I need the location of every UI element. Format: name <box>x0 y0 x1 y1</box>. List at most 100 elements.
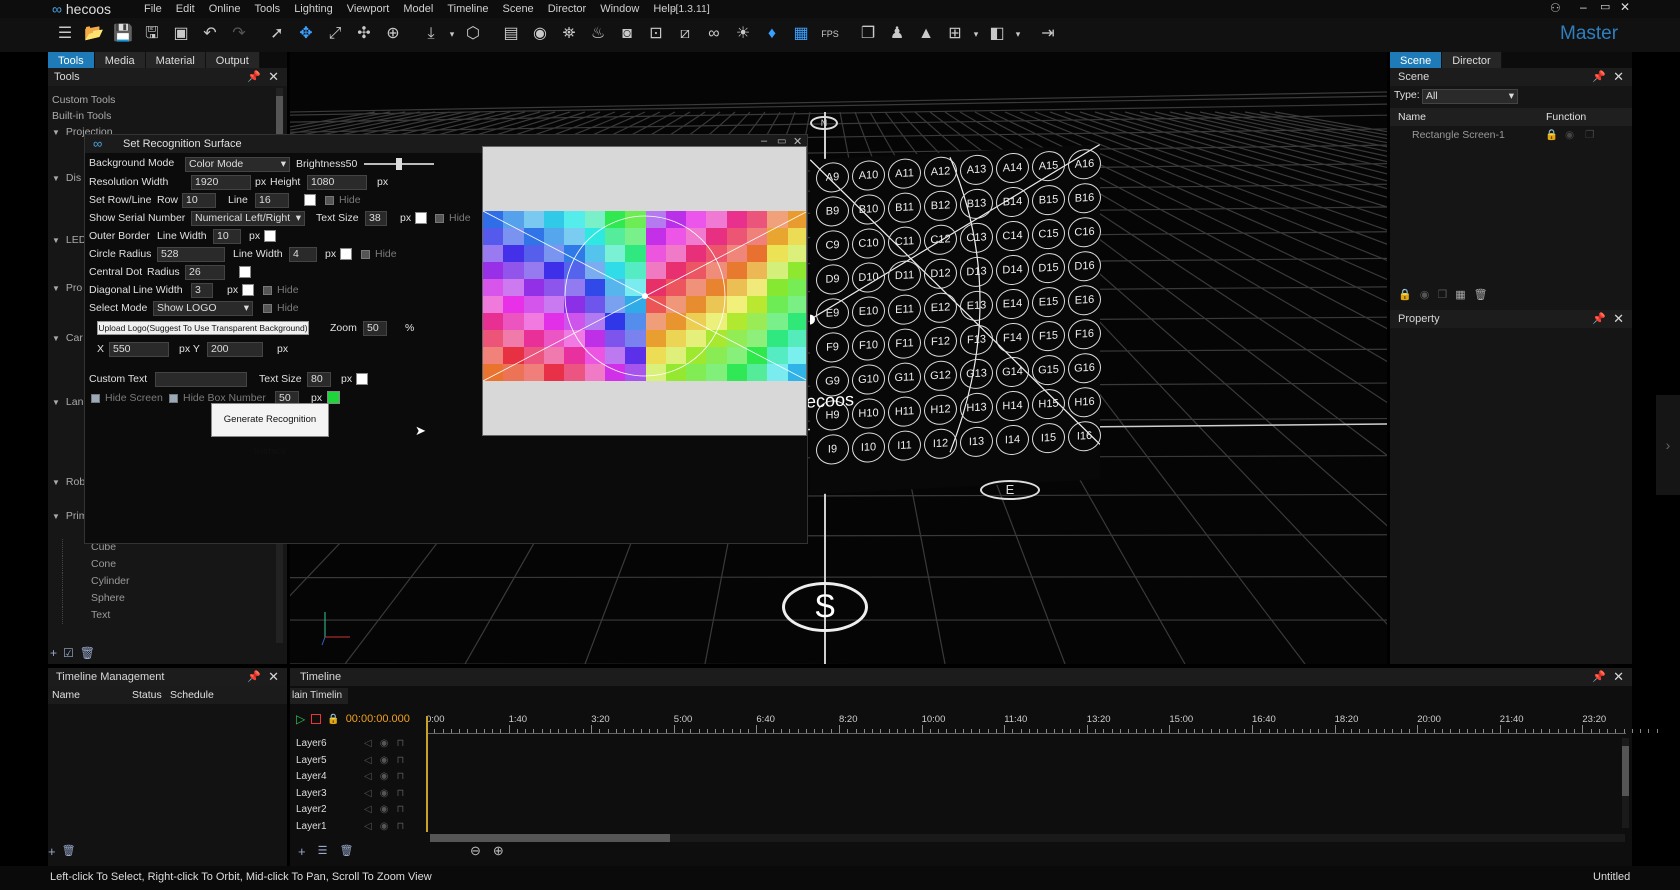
serial-hide-checkbox[interactable] <box>435 214 444 223</box>
eye-icon[interactable]: ◉ <box>380 753 389 770</box>
pin-icon[interactable]: 📌 <box>1592 668 1606 686</box>
lock-icon[interactable]: ⊓ <box>396 786 404 803</box>
checklist-icon[interactable]: ☑ <box>63 646 74 660</box>
led-screen[interactable]: A9 A10 A11 A12 A13 A14 A15 A16 B9 B10 B11 B12 B13 B14… <box>806 144 1101 495</box>
people-icon[interactable]: ♟ <box>884 23 910 47</box>
monitor-icon[interactable]: ▤ <box>498 23 524 47</box>
layout-dropdown-icon[interactable]: ▾ <box>971 23 981 47</box>
delete-layer-icon[interactable]: 🗑 <box>339 844 353 859</box>
layer-row[interactable]: Layer1 ◁ ◉ ⊓ <box>296 819 404 836</box>
scene-item-eye-icon[interactable]: ◉ <box>1565 126 1574 144</box>
tree-category[interactable]: ▼ LED <box>52 232 86 249</box>
line-field[interactable]: 16 <box>255 193 289 208</box>
grid-icon[interactable]: ▦ <box>788 23 814 47</box>
tab-media[interactable]: Media <box>94 52 146 68</box>
pin-icon[interactable]: 📌 <box>247 68 261 86</box>
focus-icon[interactable]: ⊡ <box>643 23 669 47</box>
x-field[interactable]: 550 <box>109 342 169 357</box>
lock-icon[interactable]: ⊓ <box>396 802 404 819</box>
tab-director[interactable]: Director <box>1442 52 1502 68</box>
layer-list-icon[interactable]: ☰ <box>318 844 328 859</box>
circle-line-width-field[interactable]: 4 <box>289 247 317 262</box>
brightness-slider-thumb[interactable] <box>396 158 402 170</box>
menu-edit[interactable]: Edit <box>176 3 195 15</box>
maximize-icon[interactable]: ▭ <box>1600 0 1610 13</box>
serial-color-swatch[interactable] <box>415 212 427 224</box>
select-mode-select[interactable]: Show LOGO ▾ <box>153 301 253 316</box>
timeline-tab[interactable]: lain Timelin <box>290 688 348 704</box>
open-folder-icon[interactable]: 📂 <box>81 23 107 47</box>
diagonal-hide-checkbox[interactable] <box>263 286 272 295</box>
camera-icon[interactable]: ◙ <box>614 23 640 47</box>
speaker-icon[interactable]: ◁ <box>364 753 372 770</box>
package-icon[interactable]: ▣ <box>168 23 194 47</box>
menu-window[interactable]: Window <box>600 3 639 15</box>
close-panel-icon[interactable]: ✕ <box>268 68 279 86</box>
scene-item[interactable]: Rectangle Screen-1 🔒 ◉ ❐ <box>1390 126 1632 144</box>
menu-model[interactable]: Model <box>403 3 433 15</box>
row-field[interactable]: 10 <box>182 193 216 208</box>
eye-icon[interactable]: ◉ <box>380 819 389 836</box>
save-as-icon[interactable]: 🖫 <box>139 23 165 47</box>
lock-icon[interactable]: 🔒 <box>327 714 339 725</box>
group-icon[interactable]: ▦ <box>1455 288 1465 301</box>
hide-screen-checkbox[interactable] <box>91 394 100 403</box>
split-dropdown-icon[interactable]: ▾ <box>1013 23 1023 47</box>
list-icon[interactable]: ☰ <box>52 23 78 47</box>
undo-icon[interactable]: ↶ <box>197 23 223 47</box>
menu-online[interactable]: Online <box>209 3 241 15</box>
import-icon[interactable]: ⤓ <box>418 23 444 47</box>
rocket-icon[interactable]: ♦ <box>759 23 785 47</box>
expand-arrow-icon[interactable]: ▼ <box>52 284 60 293</box>
user-icon[interactable]: ⚇ <box>1550 1 1561 15</box>
lock-icon[interactable]: 🔒 <box>1398 288 1412 301</box>
tree-category[interactable]: ▼ Lan <box>52 394 83 411</box>
trash-icon[interactable]: 🗑 <box>80 646 95 660</box>
primitive-cylinder[interactable]: Cylinder <box>62 573 130 590</box>
zoom-in-icon[interactable]: ⊕ <box>493 843 504 859</box>
lock-icon[interactable]: ⊓ <box>396 753 404 770</box>
eye-icon[interactable]: ◉ <box>527 23 553 47</box>
pin-icon[interactable]: 📌 <box>247 668 261 686</box>
menu-file[interactable]: File <box>144 3 162 15</box>
expand-arrow-icon[interactable]: ▼ <box>52 128 60 137</box>
central-color-swatch[interactable] <box>239 266 251 278</box>
scene-item-lock-icon[interactable]: 🔒 <box>1545 126 1558 144</box>
pin-icon[interactable]: 📌 <box>1592 310 1606 328</box>
lock-icon[interactable]: ⊓ <box>396 819 404 836</box>
tab-output[interactable]: Output <box>205 52 260 68</box>
zoom-field[interactable]: 50 <box>363 321 387 336</box>
menu-tools[interactable]: Tools <box>255 3 281 15</box>
outer-line-width-field[interactable]: 10 <box>213 229 241 244</box>
tab-material[interactable]: Material <box>145 52 206 68</box>
side-expand-handle[interactable]: › <box>1656 395 1680 495</box>
minimize-icon[interactable]: – <box>1580 0 1587 14</box>
exit-icon[interactable]: ⇥ <box>1035 23 1061 47</box>
resolution-width-field[interactable]: 1920 <box>191 175 251 190</box>
layer-row[interactable]: Layer2 ◁ ◉ ⊓ <box>296 802 404 819</box>
rowline-hide-checkbox[interactable] <box>325 196 334 205</box>
type-select[interactable]: All ▾ <box>1422 89 1518 104</box>
grid-globe-icon[interactable]: ⊕ <box>380 23 406 47</box>
speaker-icon[interactable]: ◁ <box>364 786 372 803</box>
book-icon[interactable]: ❐ <box>855 23 881 47</box>
expand-arrow-icon[interactable]: ▼ <box>52 398 60 407</box>
custom-text-size-field[interactable]: 80 <box>307 372 331 387</box>
eye-icon[interactable]: ◉ <box>380 769 389 786</box>
circle-radius-field[interactable]: 528 <box>157 247 225 262</box>
upload-logo-button[interactable]: Upload Logo(Suggest To Use Transparent B… <box>97 321 309 335</box>
sun-icon[interactable]: ☀ <box>730 23 756 47</box>
move-tool-icon[interactable]: ✥ <box>293 23 319 47</box>
scene-item-copy-icon[interactable]: ❐ <box>1585 126 1594 144</box>
speaker-icon[interactable]: ◁ <box>364 819 372 836</box>
tree-category[interactable]: ▼ Dis <box>52 170 81 187</box>
timeline-ruler[interactable]: 0:00 1:40 3:20 5:00 6:40 8:20 10:00 11:40 13:20 1… <box>426 714 1658 734</box>
cube-icon[interactable]: ⬡ <box>460 23 486 47</box>
split-view-icon[interactable]: ◧ <box>984 23 1010 47</box>
add-layer-icon[interactable]: + <box>298 844 306 859</box>
ruler-icon[interactable]: ⧄ <box>672 23 698 47</box>
hide-box-checkbox[interactable] <box>169 394 178 403</box>
link-icon[interactable]: ∞ <box>701 23 727 47</box>
menu-director[interactable]: Director <box>548 3 587 15</box>
layout-icon[interactable]: ⊞ <box>942 23 968 47</box>
